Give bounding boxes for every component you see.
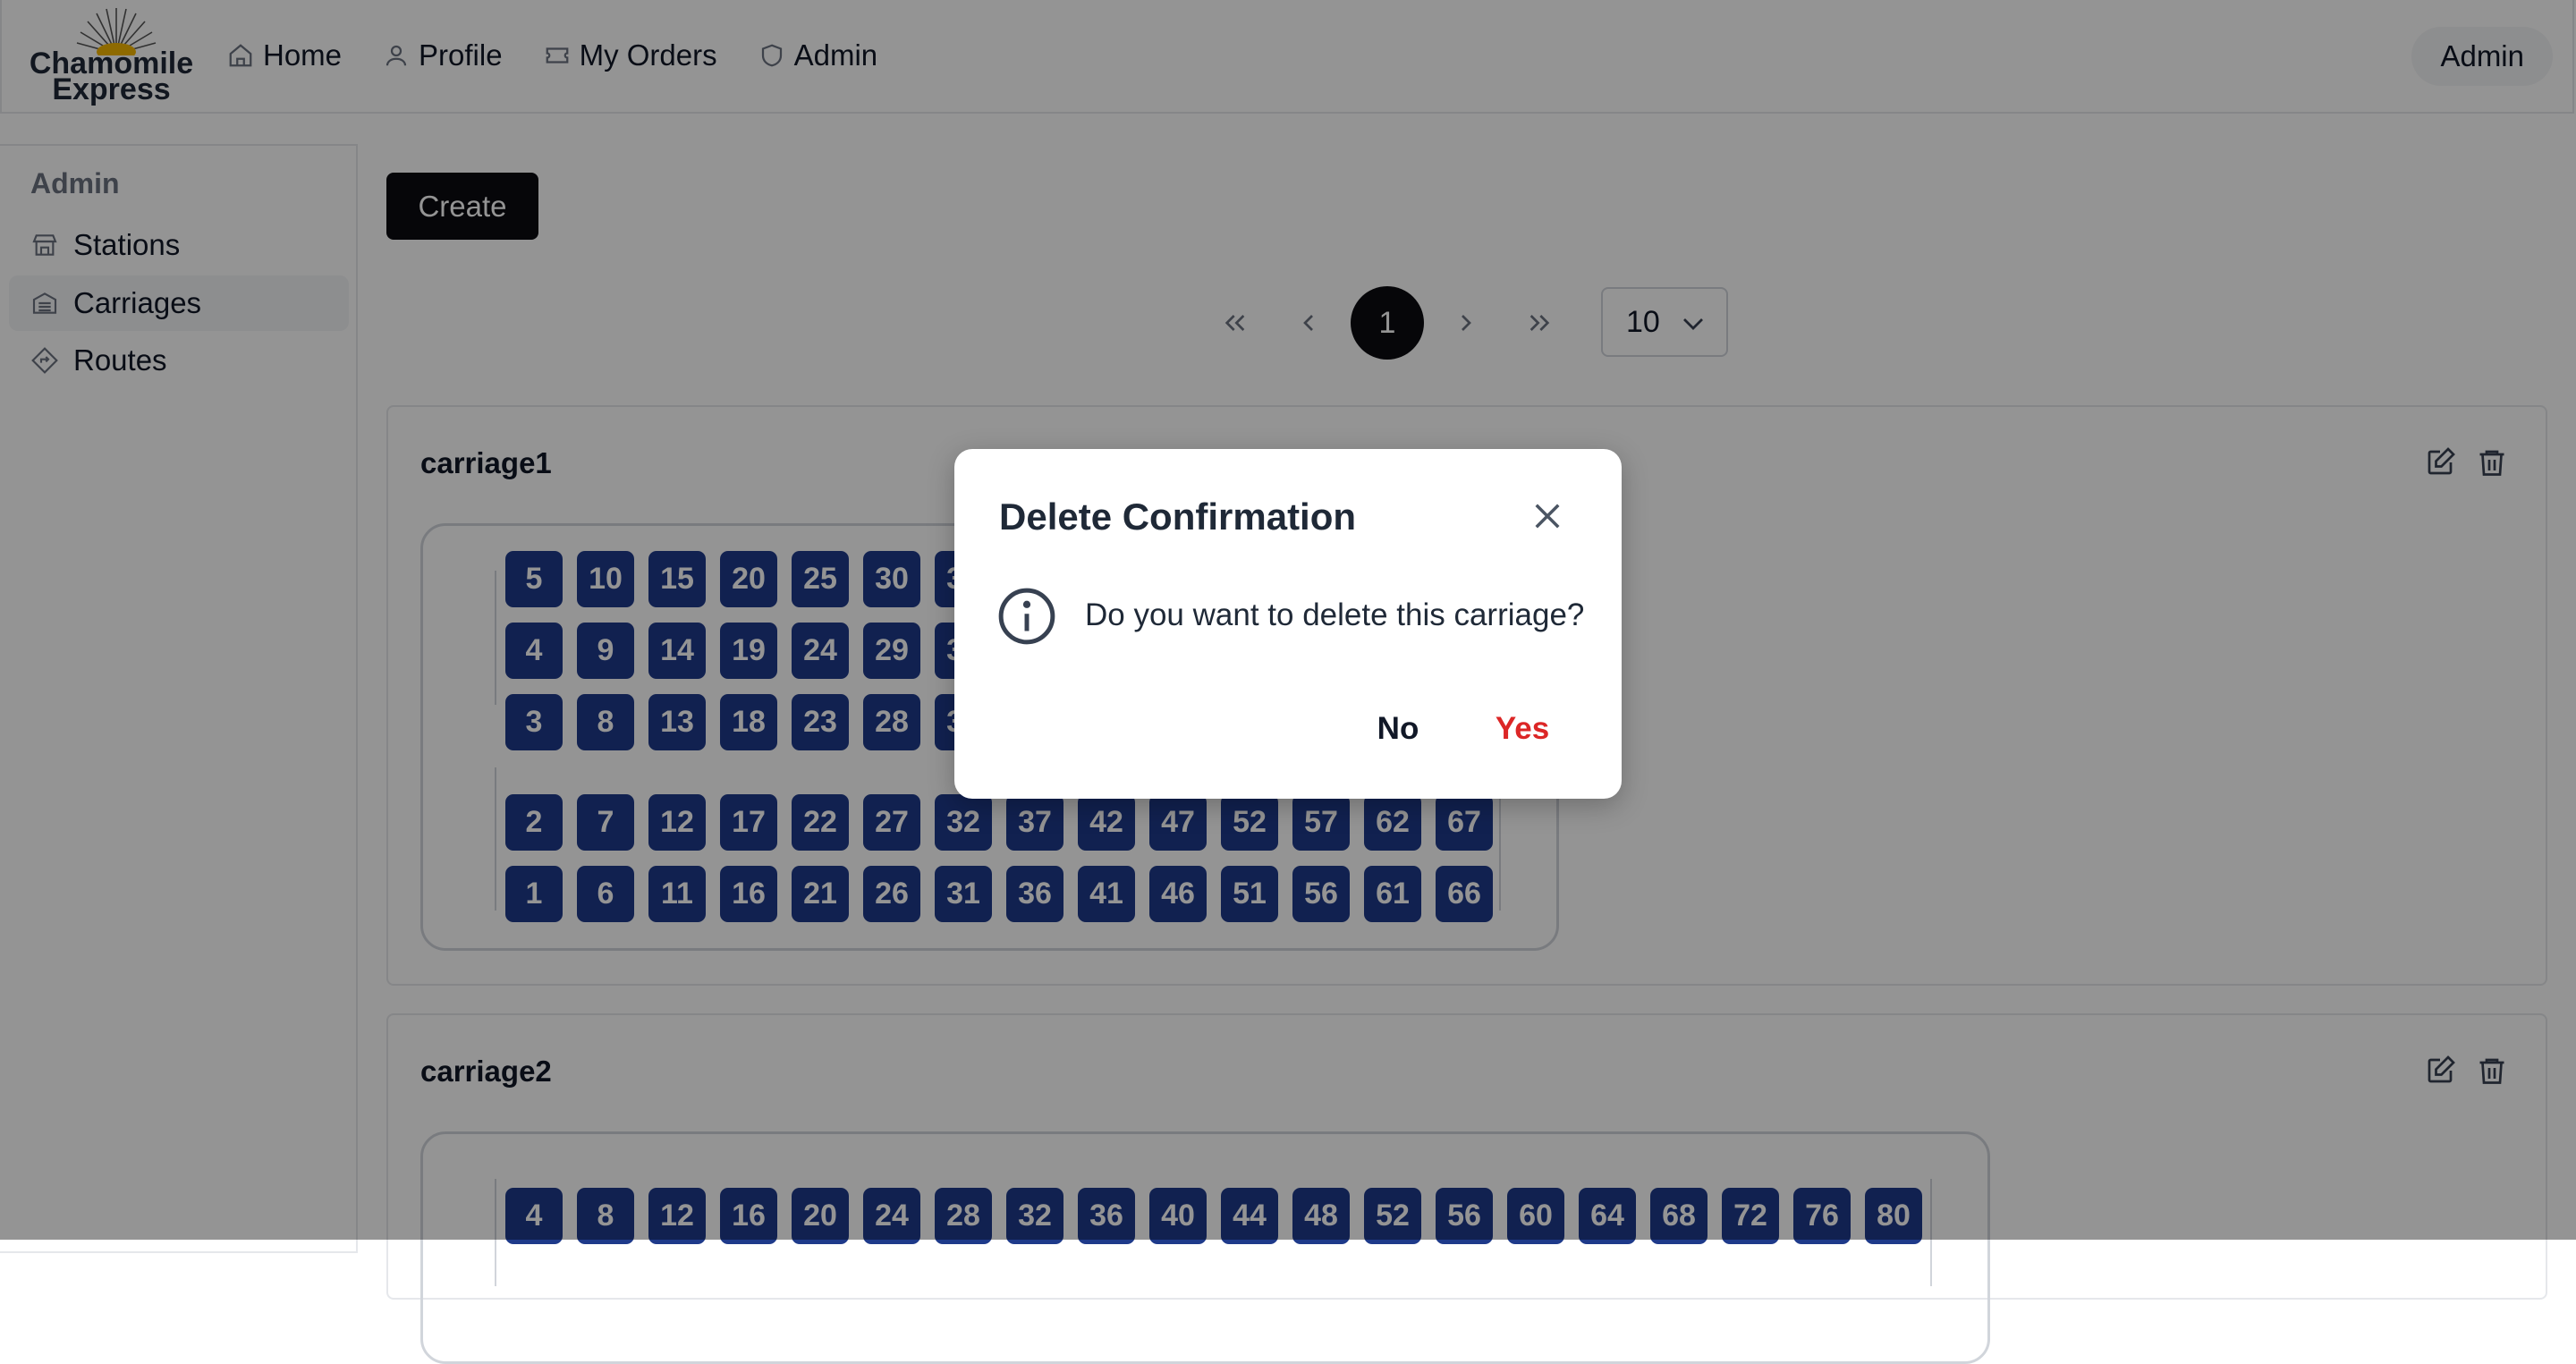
dialog-title: Delete Confirmation [999, 496, 1357, 538]
dialog-message: Do you want to delete this carriage? [1085, 597, 1585, 632]
delete-confirmation-dialog: Delete Confirmation Do you want to delet… [954, 449, 1622, 799]
close-button[interactable] [1529, 497, 1566, 535]
no-button[interactable]: No [1348, 699, 1448, 758]
info-icon [998, 588, 1055, 645]
close-icon [1535, 504, 1560, 529]
yes-button[interactable]: Yes [1466, 699, 1579, 758]
